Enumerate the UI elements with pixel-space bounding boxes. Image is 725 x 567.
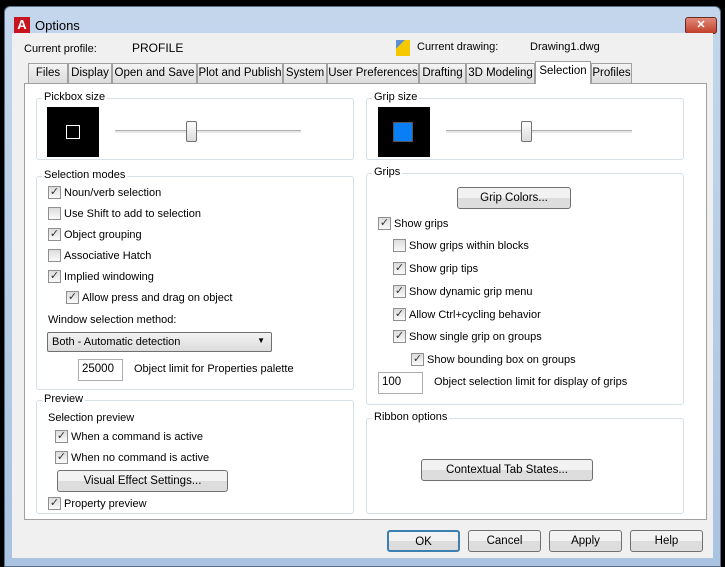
object-limit-input[interactable]: 25000 — [78, 359, 123, 381]
help-button[interactable]: Help — [630, 530, 703, 552]
drawing-value: Drawing1.dwg — [530, 41, 600, 53]
ok-button[interactable]: OK — [387, 530, 460, 552]
apply-button[interactable]: Apply — [549, 530, 622, 552]
grip-option-label-2: Show grip tips — [409, 263, 479, 275]
visual-effect-settings-button[interactable]: Visual Effect Settings... — [57, 470, 228, 492]
profile-value: PROFILE — [132, 41, 184, 55]
selection-mode-checkbox-0[interactable]: ✓ — [48, 186, 61, 199]
property-preview-label: Property preview — [64, 498, 147, 510]
grip-colors-button[interactable]: Grip Colors... — [457, 187, 571, 209]
grip-option-checkbox-0[interactable]: ✓ — [378, 217, 391, 230]
selection-mode-checkbox-1[interactable] — [48, 207, 61, 220]
tab-system[interactable]: System — [283, 63, 327, 83]
grip-option-checkbox-4[interactable]: ✓ — [393, 308, 406, 321]
tab-profiles[interactable]: Profiles — [591, 63, 632, 83]
grip-option-checkbox-5[interactable]: ✓ — [393, 330, 406, 343]
grip-option-label-4: Allow Ctrl+cycling behavior — [409, 309, 541, 321]
selection-preview-label: Selection preview — [48, 412, 135, 424]
grip-option-label-1: Show grips within blocks — [409, 240, 529, 252]
tab-drafting[interactable]: Drafting — [419, 63, 466, 83]
preview-label-0: When a command is active — [71, 431, 204, 443]
contextual-tab-states-button[interactable]: Contextual Tab States... — [421, 459, 593, 481]
selection-mode-label-1: Use Shift to add to selection — [64, 208, 201, 220]
grip-size-slider-thumb[interactable] — [520, 121, 532, 142]
pickbox-label: Pickbox size — [42, 91, 108, 103]
tab-files[interactable]: Files — [28, 63, 68, 83]
preview-label: Preview — [42, 393, 86, 405]
selection-mode-label-2: Object grouping — [64, 229, 142, 241]
selection-modes-label: Selection modes — [42, 169, 128, 181]
window-method-label: Window selection method: — [48, 314, 177, 326]
grips-label: Grips — [372, 166, 403, 178]
object-limit-label: Object limit for Properties palette — [134, 363, 294, 375]
autocad-logo-icon: A — [14, 17, 30, 33]
grip-size-label: Grip size — [372, 91, 420, 103]
pickbox-slider-track[interactable] — [115, 130, 301, 133]
preview-label-1: When no command is active — [71, 452, 210, 464]
preview-checkbox-0[interactable]: ✓ — [55, 430, 68, 443]
grip-size-preview — [378, 107, 430, 157]
pickbox-slider-thumb[interactable] — [186, 121, 198, 142]
tab-3d-modeling[interactable]: 3D Modeling — [466, 63, 535, 83]
tab-user-preferences[interactable]: User Preferences — [327, 63, 419, 83]
ribbon-options-label: Ribbon options — [372, 411, 450, 423]
tab-open-and-save[interactable]: Open and Save — [112, 63, 197, 83]
chevron-down-icon: ▼ — [257, 336, 265, 345]
cancel-button[interactable]: Cancel — [468, 530, 541, 552]
grip-limit-input[interactable]: 100 — [378, 372, 423, 394]
selection-mode-label-3: Associative Hatch — [64, 250, 152, 262]
property-preview-checkbox[interactable]: ✓ — [48, 497, 61, 510]
tab-display[interactable]: Display — [68, 63, 112, 83]
close-button[interactable]: ✕ — [685, 17, 717, 34]
preview-checkbox-1[interactable]: ✓ — [55, 451, 68, 464]
selection-mode-checkbox-2[interactable]: ✓ — [48, 228, 61, 241]
grip-option-label-6: Show bounding box on groups — [427, 354, 576, 366]
window-method-dropdown[interactable]: Both - Automatic detection ▼ — [47, 332, 272, 352]
tab-selection[interactable]: Selection — [535, 61, 591, 84]
selection-mode-label-5: Allow press and drag on object — [82, 292, 233, 304]
selection-mode-checkbox-3[interactable] — [48, 249, 61, 262]
selection-mode-label-4: Implied windowing — [64, 271, 154, 283]
grip-option-checkbox-6[interactable]: ✓ — [411, 353, 424, 366]
selection-mode-checkbox-5[interactable]: ✓ — [66, 291, 79, 304]
pickbox-preview — [47, 107, 99, 157]
grip-option-checkbox-3[interactable]: ✓ — [393, 285, 406, 298]
profile-label: Current profile: — [24, 43, 97, 55]
grip-option-label-3: Show dynamic grip menu — [409, 286, 533, 298]
drawing-icon — [396, 40, 410, 56]
grip-option-checkbox-2[interactable]: ✓ — [393, 262, 406, 275]
selection-mode-label-0: Noun/verb selection — [64, 187, 162, 199]
grip-size-slider-track[interactable] — [446, 130, 632, 133]
tab-plot-and-publish[interactable]: Plot and Publish — [197, 63, 283, 83]
grip-option-checkbox-1[interactable] — [393, 239, 406, 252]
window-method-value: Both - Automatic detection — [52, 336, 181, 348]
grip-limit-label: Object selection limit for display of gr… — [434, 376, 628, 388]
selection-mode-checkbox-4[interactable]: ✓ — [48, 270, 61, 283]
window-title: Options — [35, 18, 80, 33]
grip-option-label-0: Show grips — [394, 218, 449, 230]
drawing-label: Current drawing: — [417, 41, 499, 53]
grip-option-label-5: Show single grip on groups — [409, 331, 542, 343]
